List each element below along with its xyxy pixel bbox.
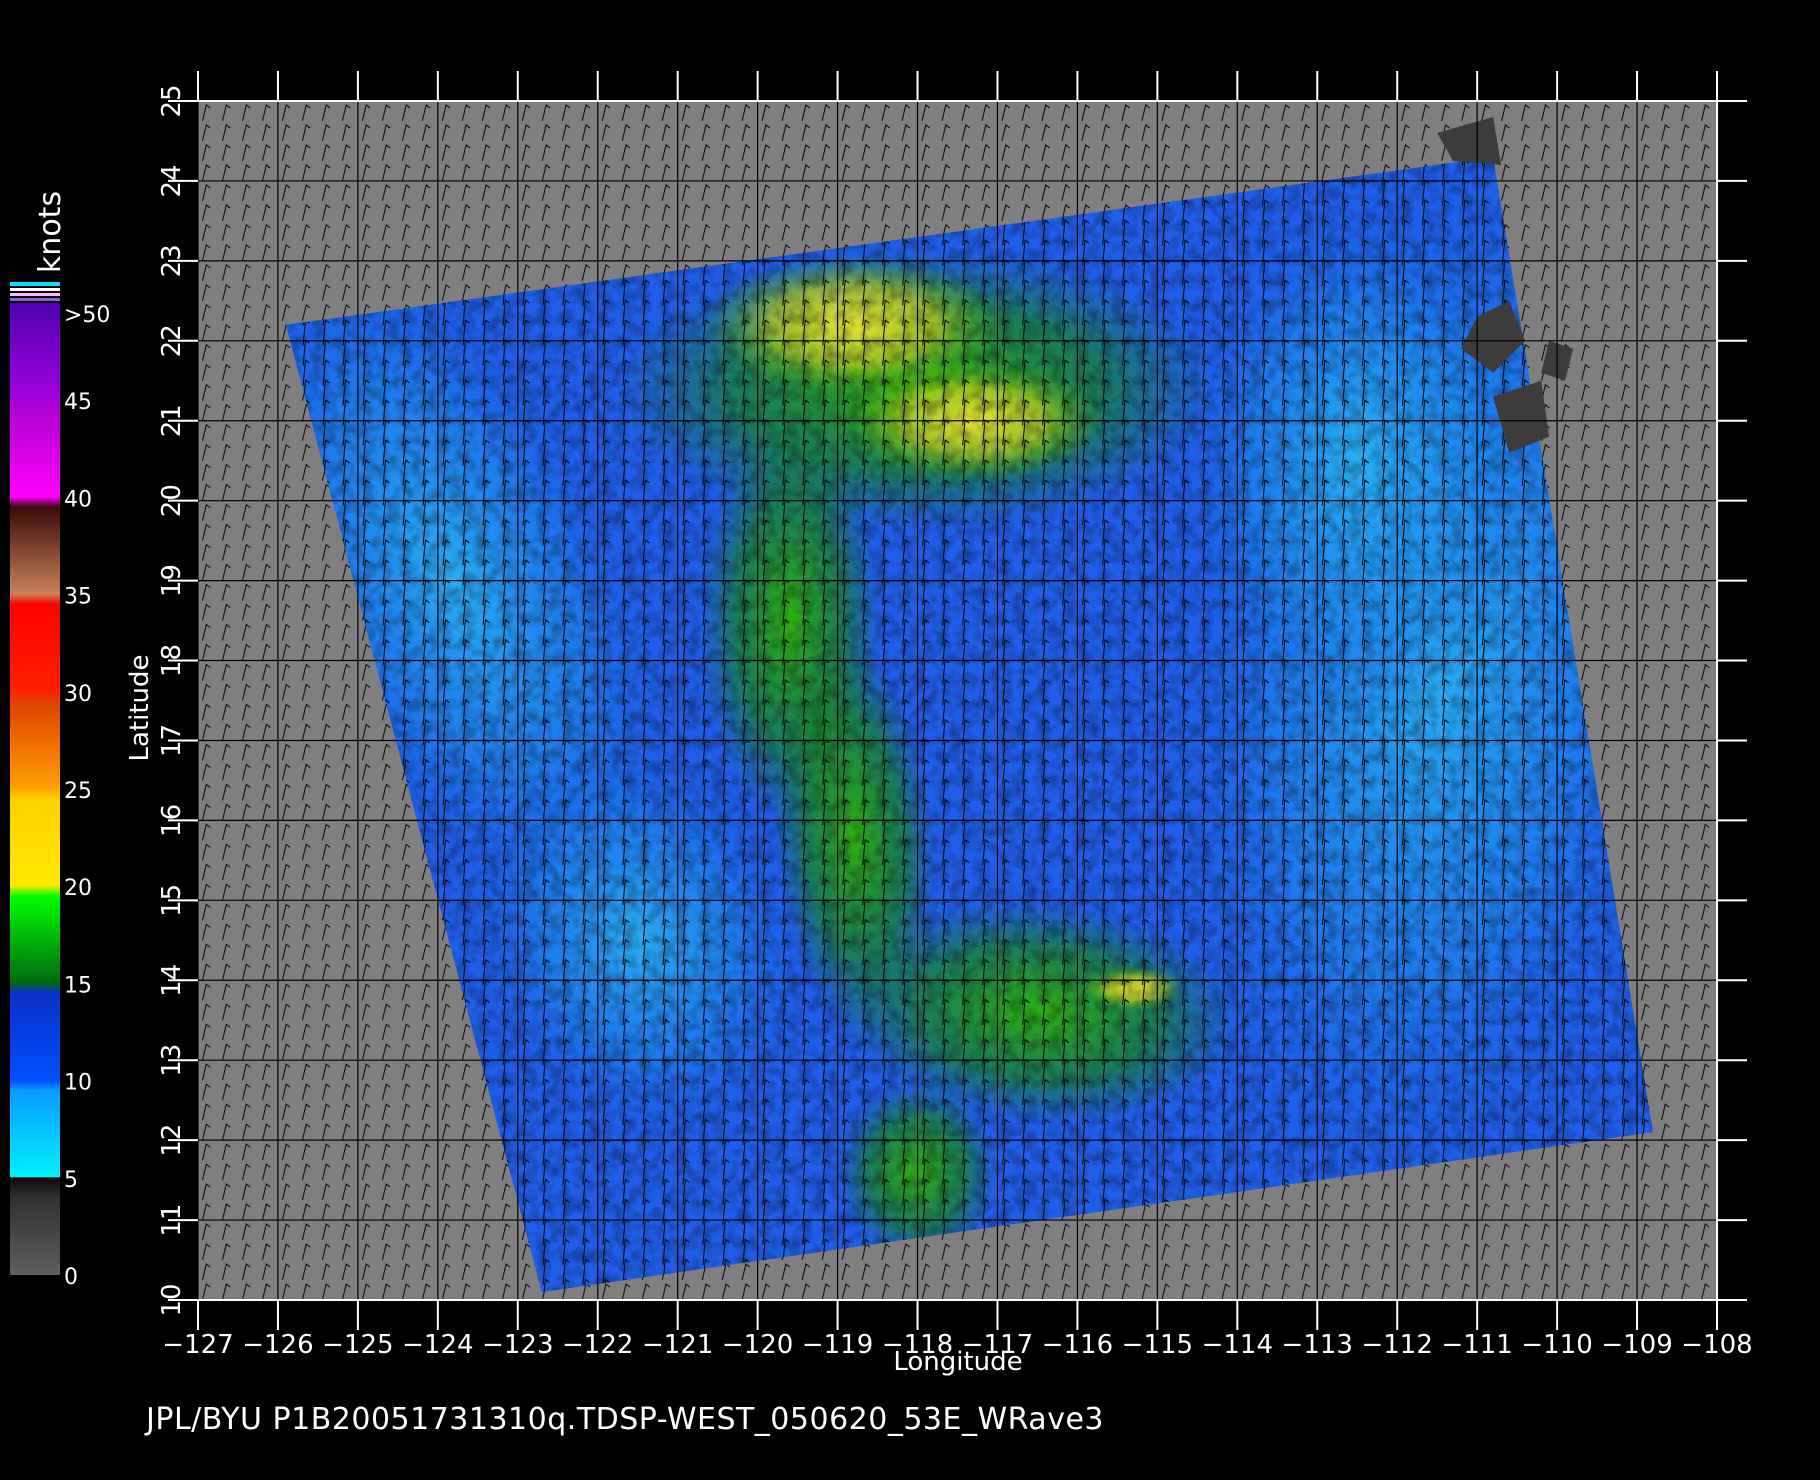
lat-tick-label: 22 <box>157 324 187 357</box>
colorbar-label: 20 <box>64 876 92 901</box>
colorbar-label: 10 <box>64 1071 92 1096</box>
lon-tick-label: −125 <box>322 1330 393 1360</box>
lat-tick-label: 17 <box>157 724 187 757</box>
lat-tick-label: 13 <box>157 1044 187 1077</box>
colorbar-cap-stripes-2 <box>10 288 60 291</box>
lat-tick-label: 20 <box>157 484 187 517</box>
colorbar-label: 35 <box>64 585 92 610</box>
colorbar-label: 5 <box>64 1168 78 1193</box>
colorbar: >50 45 40 35 30 25 20 15 10 5 0 knots <box>10 191 110 1290</box>
colorbar-label: 15 <box>64 973 92 998</box>
y-axis-label: Latitude <box>125 654 155 761</box>
lon-tick-label: −123 <box>482 1330 553 1360</box>
lon-tick-label: −109 <box>1601 1330 1672 1360</box>
lon-tick-label: −119 <box>802 1330 873 1360</box>
lat-tick-label: 21 <box>157 404 187 437</box>
lat-tick-label: 12 <box>157 1124 187 1157</box>
wind-map-figure: −127 −126 −125 −124 −123 −122 −121 −120 −119 −118… <box>10 71 1753 1377</box>
colorbar-label: >50 <box>64 303 110 328</box>
lon-tick-label: −110 <box>1521 1330 1592 1360</box>
colorbar-cap-stripes <box>10 282 60 286</box>
lon-tick-label: −127 <box>162 1330 233 1360</box>
colorbar-label: 30 <box>64 682 92 707</box>
colorbar-label: 45 <box>64 390 92 415</box>
lon-tick-label: −112 <box>1361 1330 1432 1360</box>
lon-tick-label: −111 <box>1441 1330 1512 1360</box>
lat-tick-label: 15 <box>157 884 187 917</box>
colorbar-label: 25 <box>64 779 92 804</box>
colorbar-cap-stripes-4 <box>10 298 60 301</box>
lat-tick-label: 14 <box>157 964 187 997</box>
lat-tick-label: 24 <box>157 164 187 197</box>
lat-tick-label: 19 <box>157 564 187 597</box>
colorbar-gradient <box>10 303 60 1275</box>
lat-tick-label: 23 <box>157 244 187 277</box>
lon-tick-label: −120 <box>722 1330 793 1360</box>
x-axis-label: Longitude <box>893 1347 1022 1377</box>
colorbar-label: 0 <box>64 1265 78 1290</box>
colorbar-unit-label: knots <box>33 191 68 273</box>
lon-tick-label: −121 <box>642 1330 713 1360</box>
lon-tick-label: −124 <box>402 1330 473 1360</box>
lat-tick-label: 11 <box>157 1204 187 1237</box>
lon-tick-label: −115 <box>1122 1330 1193 1360</box>
latitude-tick-labels: 10 11 12 13 14 15 16 17 18 19 20 21 22 23 24 25 <box>157 84 187 1316</box>
colorbar-cap-stripes-3 <box>10 293 60 296</box>
product-caption: JPL/BYU P1B20051731310q.TDSP-WEST_050620… <box>146 1402 1104 1437</box>
lat-tick-label: 25 <box>157 84 187 117</box>
colorbar-label: 40 <box>64 487 92 512</box>
colorbar-labels: >50 45 40 35 30 25 20 15 10 5 0 <box>64 303 110 1290</box>
lon-tick-label: −114 <box>1202 1330 1273 1360</box>
lat-tick-label: 16 <box>157 804 187 837</box>
lon-tick-label: −113 <box>1282 1330 1353 1360</box>
lat-tick-label: 10 <box>157 1283 187 1316</box>
lon-tick-label: −122 <box>562 1330 633 1360</box>
lon-tick-label: −116 <box>1042 1330 1113 1360</box>
lon-tick-label: −126 <box>242 1330 313 1360</box>
lon-tick-label: −108 <box>1681 1330 1752 1360</box>
lat-tick-label: 18 <box>157 644 187 677</box>
